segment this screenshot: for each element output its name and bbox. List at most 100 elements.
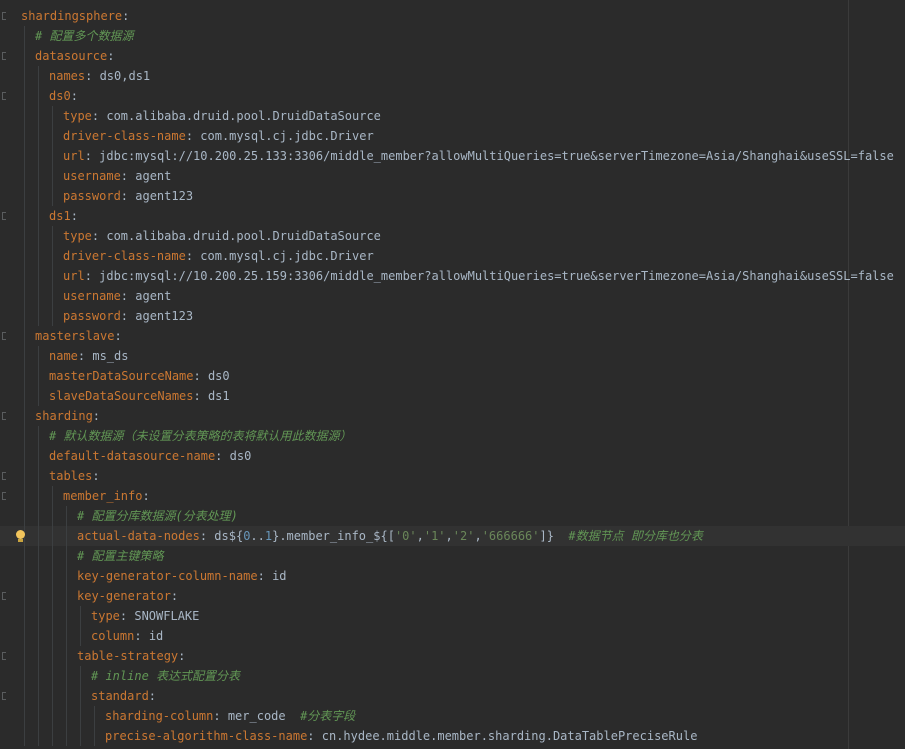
- indent-guide: [24, 726, 25, 746]
- fold-marker-icon[interactable]: [2, 492, 6, 500]
- indent-guide: [24, 406, 25, 426]
- indent-guide: [24, 386, 25, 406]
- lightbulb-icon[interactable]: [16, 530, 25, 542]
- string-literal: '1': [423, 529, 446, 543]
- yaml-key: actual-data-nodes: [77, 529, 200, 543]
- code-line[interactable]: name: ms_ds: [0, 346, 905, 366]
- code-line[interactable]: # 配置多个数据源: [0, 26, 905, 46]
- key-separator: :: [120, 189, 136, 203]
- indent-guide: [38, 646, 39, 666]
- indent-guide: [38, 526, 39, 546]
- key-separator: :: [148, 689, 157, 703]
- fold-marker-icon[interactable]: [2, 332, 6, 340]
- code-line[interactable]: precise-algorithm-class-name: cn.hydee.m…: [0, 726, 905, 746]
- fold-marker-icon[interactable]: [2, 12, 6, 20]
- indent-guide: [80, 726, 81, 746]
- code-text: driver-class-name: com.mysql.cj.jdbc.Dri…: [63, 246, 374, 266]
- code-line[interactable]: password: agent123: [0, 306, 905, 326]
- code-line[interactable]: # 默认数据源（未设置分表策略的表将默认用此数据源）: [0, 426, 905, 446]
- code-line[interactable]: member_info:: [0, 486, 905, 506]
- indent-guide: [80, 666, 81, 686]
- yaml-key: password: [63, 309, 121, 323]
- code-line[interactable]: names: ds0,ds1: [0, 66, 905, 86]
- code-line[interactable]: # inline 表达式配置分表: [0, 666, 905, 686]
- fold-marker-icon[interactable]: [2, 692, 6, 700]
- indent-guide: [38, 386, 39, 406]
- code-text: username: agent: [63, 166, 171, 186]
- code-line[interactable]: masterslave:: [0, 326, 905, 346]
- indent-guide: [24, 646, 25, 666]
- yaml-key: key-generator-column-name: [77, 569, 258, 583]
- key-separator: :: [91, 109, 107, 123]
- fold-marker-icon[interactable]: [2, 212, 6, 220]
- code-line[interactable]: tables:: [0, 466, 905, 486]
- yaml-key: url: [63, 269, 85, 283]
- code-line[interactable]: sharding:: [0, 406, 905, 426]
- indent-guide: [24, 186, 25, 206]
- yaml-key: precise-algorithm-class-name: [105, 729, 308, 743]
- key-separator: :: [122, 9, 130, 23]
- value-text: ]}: [539, 529, 554, 543]
- code-line[interactable]: # 配置分库数据源(分表处理): [0, 506, 905, 526]
- key-separator: :: [85, 69, 100, 83]
- indent-guide: [38, 366, 39, 386]
- code-line[interactable]: column: id: [0, 626, 905, 646]
- code-line[interactable]: username: agent: [0, 286, 905, 306]
- indent-guide: [52, 246, 53, 266]
- yaml-key: driver-class-name: [63, 249, 186, 263]
- code-line[interactable]: ds0:: [0, 86, 905, 106]
- key-separator: :: [307, 729, 322, 743]
- key-separator: :: [215, 449, 230, 463]
- indent-guide: [24, 706, 25, 726]
- code-line[interactable]: url: jdbc:mysql://10.200.25.133:3306/mid…: [0, 146, 905, 166]
- fold-marker-icon[interactable]: [2, 652, 6, 660]
- code-line[interactable]: # 配置主键策略: [0, 546, 905, 566]
- indent-guide: [52, 646, 53, 666]
- code-line[interactable]: url: jdbc:mysql://10.200.25.159:3306/mid…: [0, 266, 905, 286]
- code-line[interactable]: username: agent: [0, 166, 905, 186]
- indent-guide: [52, 526, 53, 546]
- code-line[interactable]: key-generator:: [0, 586, 905, 606]
- fold-marker-icon[interactable]: [2, 412, 6, 420]
- yaml-value: agent123: [135, 309, 194, 323]
- code-line[interactable]: type: SNOWFLAKE: [0, 606, 905, 626]
- code-line[interactable]: type: com.alibaba.druid.pool.DruidDataSo…: [0, 106, 905, 126]
- code-line[interactable]: shardingsphere:: [0, 6, 905, 26]
- code-line[interactable]: datasource:: [0, 46, 905, 66]
- yaml-value: ds0: [229, 449, 252, 463]
- yaml-key: slaveDataSourceNames: [49, 389, 194, 403]
- code-line[interactable]: type: com.alibaba.druid.pool.DruidDataSo…: [0, 226, 905, 246]
- indent-guide: [24, 426, 25, 446]
- indent-guide: [24, 666, 25, 686]
- fold-marker-icon[interactable]: [2, 92, 6, 100]
- indent-guide: [38, 586, 39, 606]
- code-text: masterDataSourceName: ds0: [49, 366, 230, 386]
- yaml-key: ds0: [49, 89, 71, 103]
- code-line[interactable]: table-strategy:: [0, 646, 905, 666]
- code-line[interactable]: password: agent123: [0, 186, 905, 206]
- fold-marker-icon[interactable]: [2, 52, 6, 60]
- code-line[interactable]: default-datasource-name: ds0: [0, 446, 905, 466]
- code-line[interactable]: sharding-column: mer_code #分表字段: [0, 706, 905, 726]
- code-line[interactable]: driver-class-name: com.mysql.cj.jdbc.Dri…: [0, 126, 905, 146]
- string-literal: '0': [394, 529, 417, 543]
- key-separator: :: [193, 389, 208, 403]
- indent-guide: [38, 486, 39, 506]
- fold-marker-icon[interactable]: [2, 472, 6, 480]
- code-text: type: SNOWFLAKE: [91, 606, 199, 626]
- code-editor[interactable]: shardingsphere: # 配置多个数据源 datasource: names…: [0, 0, 905, 749]
- indent-guide: [66, 566, 67, 586]
- yaml-key: sharding: [35, 409, 93, 423]
- code-line[interactable]: driver-class-name: com.mysql.cj.jdbc.Dri…: [0, 246, 905, 266]
- key-separator: :: [257, 569, 273, 583]
- code-line[interactable]: key-generator-column-name: id: [0, 566, 905, 586]
- fold-marker-icon[interactable]: [2, 592, 6, 600]
- code-line[interactable]: ds1:: [0, 206, 905, 226]
- yaml-value: jdbc:mysql://10.200.25.159:3306/middle_m…: [99, 269, 894, 283]
- value-text: }.member_info_${[: [272, 529, 395, 543]
- code-line[interactable]: actual-data-nodes: ds${0..1}.member_info…: [0, 526, 905, 546]
- code-line[interactable]: masterDataSourceName: ds0: [0, 366, 905, 386]
- indent-guide: [94, 706, 95, 726]
- code-line[interactable]: standard:: [0, 686, 905, 706]
- code-line[interactable]: slaveDataSourceNames: ds1: [0, 386, 905, 406]
